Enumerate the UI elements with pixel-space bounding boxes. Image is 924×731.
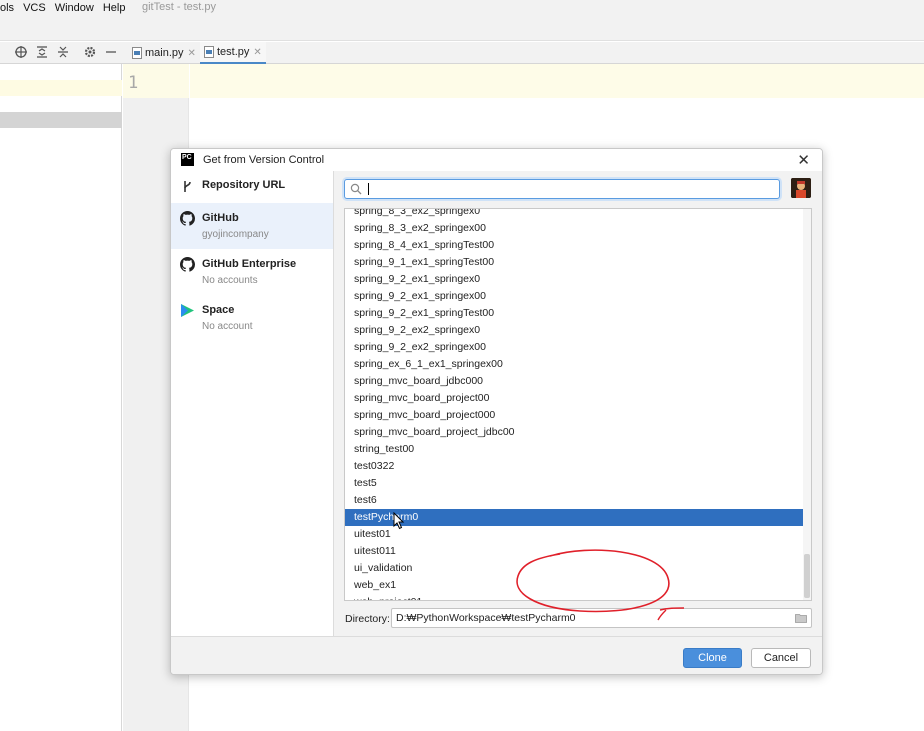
pycharm-logo-icon: PC [181,153,194,166]
repository-list[interactable]: spring_8_3_ex2_springex0 spring_8_3_ex2_s… [344,208,812,601]
repository-list-item[interactable]: web_ex1 [345,577,811,594]
scrollbar-thumb[interactable] [804,554,810,598]
close-icon[interactable]: ✕ [253,47,261,58]
close-icon[interactable]: ✕ [188,48,196,59]
clone-button[interactable]: Clone [683,648,742,668]
repository-list-item[interactable]: spring_mvc_board_project000 [345,407,811,424]
tab-main-py[interactable]: main.py ✕ [128,42,200,64]
python-file-icon [204,46,214,58]
repository-list-item[interactable]: spring_9_2_ex2_springex00 [345,339,811,356]
repository-list-item[interactable]: spring_9_2_ex1_springTest00 [345,305,811,322]
repository-list-item[interactable]: spring_mvc_board_project_jdbc00 [345,424,811,441]
directory-field[interactable]: D:₩PythonWorkspace₩testPycharm0 [391,608,812,628]
editor-current-line[interactable] [190,64,924,98]
nav-github-enterprise[interactable]: GitHub Enterprise No accounts [171,257,333,295]
editor-tab-row: main.py ✕ test.py ✕ [0,42,924,64]
repository-list-item[interactable]: spring_8_3_ex2_springex0 [345,209,811,220]
dialog-title: Get from Version Control [203,154,325,166]
search-icon [350,183,362,195]
user-avatar-icon [791,178,811,198]
vcs-source-list: Repository URL GitHub gyojincompany GitH… [171,171,334,636]
repository-list-item[interactable]: test6 [345,492,811,509]
minimize-icon[interactable] [104,45,118,59]
close-icon[interactable]: ✕ [797,151,810,169]
nav-label: Repository URL [202,179,286,191]
repository-list-item[interactable]: ui_validation [345,560,811,577]
get-from-vcs-dialog: PC Get from Version Control ✕ Repository… [170,148,823,675]
repository-list-item[interactable]: uitest01 [345,526,811,543]
search-input[interactable] [367,181,772,197]
expand-all-icon[interactable] [35,45,49,59]
repository-list-item[interactable]: test0322 [345,458,811,475]
python-file-icon [132,47,142,59]
collapse-all-icon[interactable] [56,45,70,59]
project-tree-row[interactable] [0,80,122,96]
project-panel [0,64,122,731]
line-number: 1 [128,73,139,93]
repository-list-item[interactable]: uitest011 [345,543,811,560]
project-tree-row[interactable] [0,112,122,128]
repository-list-item[interactable]: web_project01 [345,594,811,600]
nav-repository-url[interactable]: Repository URL [171,178,333,202]
menu-bar: ols VCS Window Help [0,0,924,16]
repository-list-items: spring_8_3_ex2_springex0 spring_8_3_ex2_s… [345,209,811,600]
space-icon [181,304,194,317]
directory-value: D:₩PythonWorkspace₩testPycharm0 [396,612,576,624]
directory-label: Directory: [345,613,390,625]
repository-list-item[interactable]: spring_9_2_ex2_springex0 [345,322,811,339]
menu-help[interactable]: Help [103,2,126,14]
repository-search[interactable] [344,179,780,199]
nav-github[interactable]: GitHub gyojincompany [171,203,333,249]
github-repositories-pane: spring_8_3_ex2_springex0 spring_8_3_ex2_s… [334,171,822,636]
nav-account: No account [202,321,253,332]
nav-label: GitHub [202,212,239,224]
nav-space[interactable]: Space No account [171,303,333,341]
git-branch-icon [184,181,191,192]
tab-test-py[interactable]: test.py ✕ [200,42,266,64]
tab-label: test.py [217,46,250,58]
repository-list-item[interactable]: testPycharm0 [345,509,811,526]
repository-list-item[interactable]: string_test00 [345,441,811,458]
main-toolbar [0,16,924,41]
avatar[interactable] [791,178,811,198]
menu-tools[interactable]: ols [0,2,14,14]
nav-account: No accounts [202,275,258,286]
folder-icon[interactable] [795,613,807,623]
gear-icon[interactable] [83,45,97,59]
repository-list-item[interactable]: spring_9_2_ex1_springex0 [345,271,811,288]
dialog-footer: Clone Cancel [171,636,822,674]
nav-label: Space [202,304,235,316]
tab-label: main.py [145,47,184,59]
cancel-button[interactable]: Cancel [751,648,811,668]
nav-account: gyojincompany [202,229,269,240]
repository-list-item[interactable]: spring_8_3_ex2_springex00 [345,220,811,237]
crosshair-icon[interactable] [14,45,28,59]
nav-label: GitHub Enterprise [202,258,297,270]
repository-list-item[interactable]: spring_ex_6_1_ex1_springex00 [345,356,811,373]
repository-list-item[interactable]: spring_mvc_board_jdbc000 [345,373,811,390]
menu-vcs[interactable]: VCS [23,2,46,14]
repository-list-item[interactable]: test5 [345,475,811,492]
github-icon [180,211,195,226]
github-icon [180,257,195,272]
scrollbar-track[interactable] [803,209,811,600]
text-caret [368,183,369,195]
repository-list-item[interactable]: spring_9_1_ex1_springTest00 [345,254,811,271]
repository-list-item[interactable]: spring_9_2_ex1_springex00 [345,288,811,305]
repository-list-item[interactable]: spring_mvc_board_project00 [345,390,811,407]
menu-window[interactable]: Window [55,2,94,14]
dialog-titlebar[interactable]: PC Get from Version Control ✕ [171,149,822,171]
repository-list-item[interactable]: spring_8_4_ex1_springTest00 [345,237,811,254]
window-title: gitTest - test.py [142,1,216,13]
